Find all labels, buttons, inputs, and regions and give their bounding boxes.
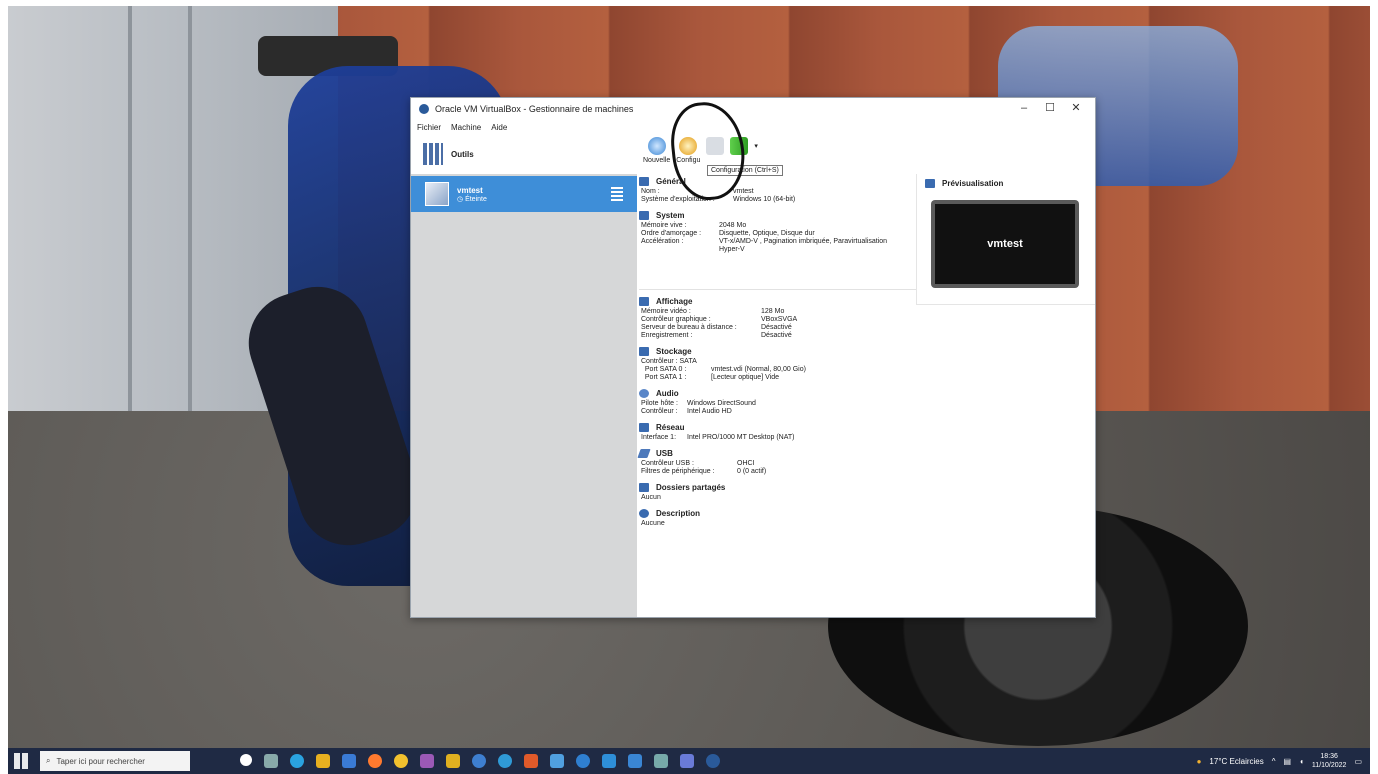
app-icon[interactable]	[524, 754, 538, 768]
app-icon[interactable]	[446, 754, 460, 768]
chevron-down-icon: ▾	[754, 143, 758, 150]
weather-icon: ●	[1196, 756, 1202, 766]
section-storage[interactable]: Stockage	[639, 344, 1095, 358]
monitor-icon	[639, 296, 649, 306]
weather-text[interactable]: 17°C Eclaircies	[1209, 757, 1263, 766]
system-tray: ● 17°C Eclaircies ^ ▤ ◖ 18:36 11/10/2022…	[1197, 748, 1362, 774]
speaker-icon	[639, 388, 649, 398]
general-body: Nom : vmtest Système d'exploitation : Wind…	[641, 188, 796, 203]
folder-icon	[639, 482, 649, 492]
menu-aide[interactable]: Aide	[491, 123, 507, 132]
cortana-icon[interactable]	[240, 754, 252, 766]
notification-icon[interactable]: ▭	[1354, 757, 1362, 766]
edge-icon[interactable]	[290, 754, 304, 768]
virtualbox-window: Oracle VM VirtualBox - Gestionnaire de m…	[410, 97, 1096, 618]
storage-body: Contrôleur : SATA Port SATA 0 : vmtest.vd…	[641, 358, 806, 381]
tools-label: Outils	[451, 149, 474, 159]
start-dropdown[interactable]: ▾	[754, 134, 758, 150]
firefox-icon[interactable]	[368, 754, 382, 768]
usb-icon	[637, 448, 651, 458]
app-icon[interactable]	[654, 754, 668, 768]
app-icon[interactable]	[550, 754, 564, 768]
minimize-button[interactable]: –	[1011, 100, 1037, 116]
preview-screen: vmtest	[931, 200, 1079, 288]
chip-icon	[639, 210, 649, 220]
search-box[interactable]: ⌕ Taper ici pour rechercher	[40, 751, 190, 771]
section-shared-folders[interactable]: Dossiers partagés	[639, 480, 1095, 494]
title-bar: Oracle VM VirtualBox - Gestionnaire de m…	[411, 98, 1095, 120]
app-icon[interactable]	[628, 754, 642, 768]
monitor-icon	[639, 176, 649, 186]
door-seam	[188, 6, 192, 426]
network-body: Interface 1: Intel PRO/1000 MT Desktop (N…	[641, 434, 795, 441]
menu-machine[interactable]: Machine	[451, 123, 481, 132]
new-button[interactable]: Nouvelle	[643, 134, 670, 164]
search-icon: ⌕	[46, 756, 51, 765]
menu-fichier[interactable]: Fichier	[417, 123, 441, 132]
virtualbox-taskbar-icon[interactable]	[706, 754, 720, 768]
preview-text: vmtest	[935, 204, 1075, 284]
windows-start-icon[interactable]	[14, 753, 30, 769]
close-button[interactable]: ✕	[1063, 100, 1089, 116]
new-icon	[647, 137, 666, 155]
vm-item-vmtest[interactable]: vmtest ◷ Éteinte	[411, 176, 637, 212]
speech-bubble-icon	[639, 508, 649, 518]
vm-details-menu-icon[interactable]	[611, 187, 623, 201]
preview-panel: Prévisualisation vmtest	[916, 174, 1095, 305]
taskbar: ⌕ Taper ici pour rechercher ● 17°C Eclai…	[8, 748, 1370, 774]
usb-body: Contrôleur USB : OHCI Filtres de périphér…	[641, 460, 767, 475]
shared-body: Aucun	[641, 494, 661, 501]
window-title: Oracle VM VirtualBox - Gestionnaire de m…	[435, 104, 634, 114]
section-description[interactable]: Description	[639, 506, 1095, 520]
mail-icon[interactable]	[602, 754, 616, 768]
audio-body: Pilote hôte : Windows DirectSound Contrôl…	[641, 400, 756, 415]
maximize-button[interactable]: ☐	[1037, 100, 1063, 116]
section-usb[interactable]: USB	[637, 446, 1095, 460]
door-seam	[128, 6, 132, 426]
vm-name: vmtest	[457, 185, 483, 195]
app-icon[interactable]	[680, 754, 694, 768]
monitor-icon	[925, 178, 935, 188]
app-icon[interactable]	[576, 754, 590, 768]
display-body: Mémoire vidéo :128 Mo Contrôleur graphiq…	[641, 308, 798, 339]
app-icon[interactable]	[498, 754, 512, 768]
network-icon	[639, 422, 649, 432]
description-body: Aucune	[641, 520, 665, 527]
system-body: Mémoire vive :2048 Mo Ordre d'amorçage :…	[641, 222, 888, 253]
pinned-apps	[240, 754, 720, 768]
clock[interactable]: 18:36 11/10/2022	[1312, 752, 1347, 770]
preview-header: Prévisualisation	[925, 176, 1095, 190]
machine-list: Outils vmtest ◷ Éteinte	[411, 134, 637, 617]
virtualbox-icon	[419, 104, 429, 114]
task-view-icon[interactable]	[264, 754, 278, 768]
menu-bar: Fichier Machine Aide	[411, 120, 1095, 134]
disk-icon	[639, 346, 649, 356]
chrome-icon[interactable]	[394, 754, 408, 768]
section-audio[interactable]: Audio	[639, 386, 1095, 400]
vm-state: ◷ Éteinte	[457, 195, 487, 203]
windows-vm-icon	[425, 182, 449, 206]
details-pane: Prévisualisation vmtest Général Nom : vmt…	[637, 174, 1095, 617]
file-explorer-icon[interactable]	[316, 754, 330, 768]
app-icon[interactable]	[472, 754, 486, 768]
store-icon[interactable]	[342, 754, 356, 768]
network-tray-icon[interactable]: ▤	[1284, 757, 1292, 766]
section-network[interactable]: Réseau	[639, 420, 1095, 434]
app-icon[interactable]	[420, 754, 434, 768]
volume-icon[interactable]: ◖	[1299, 757, 1304, 766]
chevron-up-icon[interactable]: ^	[1272, 757, 1276, 766]
section-system[interactable]: System	[639, 208, 915, 222]
tools-icon	[423, 143, 443, 165]
tools-item[interactable]: Outils	[411, 134, 637, 174]
